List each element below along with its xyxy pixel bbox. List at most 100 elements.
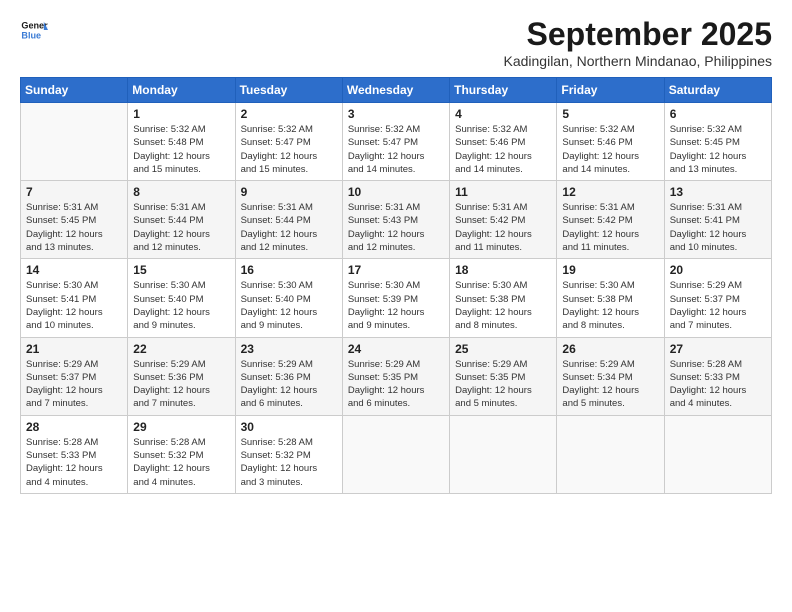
day-info: Sunrise: 5:32 AM Sunset: 5:48 PM Dayligh… xyxy=(133,123,229,176)
day-info: Sunrise: 5:32 AM Sunset: 5:45 PM Dayligh… xyxy=(670,123,766,176)
day-number: 3 xyxy=(348,107,444,121)
calendar-cell: 1 Sunrise: 5:32 AM Sunset: 5:48 PM Daylig… xyxy=(128,103,235,181)
day-number: 26 xyxy=(562,342,658,356)
weekday-header-friday: Friday xyxy=(557,78,664,103)
calendar-cell xyxy=(21,103,128,181)
title-block: September 2025 Kadingilan, Northern Mind… xyxy=(503,16,772,69)
day-info: Sunrise: 5:28 AM Sunset: 5:32 PM Dayligh… xyxy=(241,436,337,489)
calendar-cell: 10 Sunrise: 5:31 AM Sunset: 5:43 PM Dayli… xyxy=(342,181,449,259)
day-info: Sunrise: 5:32 AM Sunset: 5:46 PM Dayligh… xyxy=(455,123,551,176)
day-info: Sunrise: 5:32 AM Sunset: 5:47 PM Dayligh… xyxy=(348,123,444,176)
calendar-cell: 26 Sunrise: 5:29 AM Sunset: 5:34 PM Dayli… xyxy=(557,337,664,415)
day-number: 25 xyxy=(455,342,551,356)
day-info: Sunrise: 5:28 AM Sunset: 5:33 PM Dayligh… xyxy=(26,436,122,489)
day-info: Sunrise: 5:31 AM Sunset: 5:44 PM Dayligh… xyxy=(133,201,229,254)
day-number: 15 xyxy=(133,263,229,277)
day-number: 8 xyxy=(133,185,229,199)
day-number: 13 xyxy=(670,185,766,199)
weekday-header-wednesday: Wednesday xyxy=(342,78,449,103)
calendar-cell: 17 Sunrise: 5:30 AM Sunset: 5:39 PM Dayli… xyxy=(342,259,449,337)
logo-icon: General Blue xyxy=(20,16,48,44)
svg-text:Blue: Blue xyxy=(21,30,41,40)
logo: General Blue xyxy=(20,16,48,44)
weekday-header-tuesday: Tuesday xyxy=(235,78,342,103)
calendar-cell: 30 Sunrise: 5:28 AM Sunset: 5:32 PM Dayli… xyxy=(235,415,342,493)
day-info: Sunrise: 5:29 AM Sunset: 5:37 PM Dayligh… xyxy=(670,279,766,332)
day-info: Sunrise: 5:29 AM Sunset: 5:34 PM Dayligh… xyxy=(562,358,658,411)
week-row-2: 7 Sunrise: 5:31 AM Sunset: 5:45 PM Daylig… xyxy=(21,181,772,259)
calendar-cell: 4 Sunrise: 5:32 AM Sunset: 5:46 PM Daylig… xyxy=(450,103,557,181)
calendar-cell: 15 Sunrise: 5:30 AM Sunset: 5:40 PM Dayli… xyxy=(128,259,235,337)
week-row-5: 28 Sunrise: 5:28 AM Sunset: 5:33 PM Dayli… xyxy=(21,415,772,493)
day-number: 9 xyxy=(241,185,337,199)
day-info: Sunrise: 5:31 AM Sunset: 5:45 PM Dayligh… xyxy=(26,201,122,254)
week-row-4: 21Sunrise: 5:29 AM Sunset: 5:37 PM Dayli… xyxy=(21,337,772,415)
week-row-3: 14Sunrise: 5:30 AM Sunset: 5:41 PM Dayli… xyxy=(21,259,772,337)
day-info: Sunrise: 5:29 AM Sunset: 5:35 PM Dayligh… xyxy=(455,358,551,411)
calendar-cell: 21Sunrise: 5:29 AM Sunset: 5:37 PM Dayli… xyxy=(21,337,128,415)
day-info: Sunrise: 5:29 AM Sunset: 5:36 PM Dayligh… xyxy=(241,358,337,411)
day-number: 14 xyxy=(26,263,122,277)
day-info: Sunrise: 5:28 AM Sunset: 5:32 PM Dayligh… xyxy=(133,436,229,489)
calendar-cell: 18 Sunrise: 5:30 AM Sunset: 5:38 PM Dayli… xyxy=(450,259,557,337)
calendar-cell: 25 Sunrise: 5:29 AM Sunset: 5:35 PM Dayli… xyxy=(450,337,557,415)
day-number: 30 xyxy=(241,420,337,434)
day-number: 4 xyxy=(455,107,551,121)
day-number: 10 xyxy=(348,185,444,199)
day-info: Sunrise: 5:29 AM Sunset: 5:37 PM Dayligh… xyxy=(26,358,122,411)
day-number: 12 xyxy=(562,185,658,199)
day-number: 29 xyxy=(133,420,229,434)
day-number: 18 xyxy=(455,263,551,277)
day-info: Sunrise: 5:31 AM Sunset: 5:41 PM Dayligh… xyxy=(670,201,766,254)
header: General Blue September 2025 Kadingilan, … xyxy=(20,16,772,69)
day-info: Sunrise: 5:29 AM Sunset: 5:35 PM Dayligh… xyxy=(348,358,444,411)
day-info: Sunrise: 5:30 AM Sunset: 5:39 PM Dayligh… xyxy=(348,279,444,332)
location-title: Kadingilan, Northern Mindanao, Philippin… xyxy=(503,53,772,69)
weekday-header-monday: Monday xyxy=(128,78,235,103)
calendar-cell: 3 Sunrise: 5:32 AM Sunset: 5:47 PM Daylig… xyxy=(342,103,449,181)
calendar-cell: 27Sunrise: 5:28 AM Sunset: 5:33 PM Dayli… xyxy=(664,337,771,415)
day-number: 1 xyxy=(133,107,229,121)
calendar-cell xyxy=(664,415,771,493)
day-info: Sunrise: 5:29 AM Sunset: 5:36 PM Dayligh… xyxy=(133,358,229,411)
day-number: 19 xyxy=(562,263,658,277)
day-number: 2 xyxy=(241,107,337,121)
calendar-cell: 23 Sunrise: 5:29 AM Sunset: 5:36 PM Dayli… xyxy=(235,337,342,415)
day-number: 5 xyxy=(562,107,658,121)
day-info: Sunrise: 5:30 AM Sunset: 5:40 PM Dayligh… xyxy=(133,279,229,332)
day-number: 16 xyxy=(241,263,337,277)
day-info: Sunrise: 5:30 AM Sunset: 5:38 PM Dayligh… xyxy=(562,279,658,332)
calendar-cell xyxy=(342,415,449,493)
calendar-cell: 20Sunrise: 5:29 AM Sunset: 5:37 PM Dayli… xyxy=(664,259,771,337)
day-number: 23 xyxy=(241,342,337,356)
calendar-cell: 5 Sunrise: 5:32 AM Sunset: 5:46 PM Daylig… xyxy=(557,103,664,181)
day-number: 7 xyxy=(26,185,122,199)
weekday-header-saturday: Saturday xyxy=(664,78,771,103)
day-info: Sunrise: 5:31 AM Sunset: 5:42 PM Dayligh… xyxy=(562,201,658,254)
day-info: Sunrise: 5:31 AM Sunset: 5:42 PM Dayligh… xyxy=(455,201,551,254)
day-info: Sunrise: 5:32 AM Sunset: 5:47 PM Dayligh… xyxy=(241,123,337,176)
calendar-cell: 2 Sunrise: 5:32 AM Sunset: 5:47 PM Daylig… xyxy=(235,103,342,181)
calendar-cell xyxy=(557,415,664,493)
calendar-cell: 16Sunrise: 5:30 AM Sunset: 5:40 PM Dayli… xyxy=(235,259,342,337)
calendar-cell: 11 Sunrise: 5:31 AM Sunset: 5:42 PM Dayli… xyxy=(450,181,557,259)
day-number: 28 xyxy=(26,420,122,434)
weekday-header-thursday: Thursday xyxy=(450,78,557,103)
day-info: Sunrise: 5:31 AM Sunset: 5:43 PM Dayligh… xyxy=(348,201,444,254)
day-info: Sunrise: 5:30 AM Sunset: 5:38 PM Dayligh… xyxy=(455,279,551,332)
calendar-table: SundayMondayTuesdayWednesdayThursdayFrid… xyxy=(20,77,772,494)
calendar-cell: 14Sunrise: 5:30 AM Sunset: 5:41 PM Dayli… xyxy=(21,259,128,337)
calendar-cell: 6 Sunrise: 5:32 AM Sunset: 5:45 PM Daylig… xyxy=(664,103,771,181)
calendar-cell: 13 Sunrise: 5:31 AM Sunset: 5:41 PM Dayli… xyxy=(664,181,771,259)
calendar-cell: 22 Sunrise: 5:29 AM Sunset: 5:36 PM Dayli… xyxy=(128,337,235,415)
week-row-1: 1 Sunrise: 5:32 AM Sunset: 5:48 PM Daylig… xyxy=(21,103,772,181)
day-info: Sunrise: 5:31 AM Sunset: 5:44 PM Dayligh… xyxy=(241,201,337,254)
calendar-cell: 7 Sunrise: 5:31 AM Sunset: 5:45 PM Daylig… xyxy=(21,181,128,259)
calendar-cell: 28 Sunrise: 5:28 AM Sunset: 5:33 PM Dayli… xyxy=(21,415,128,493)
weekday-header-sunday: Sunday xyxy=(21,78,128,103)
day-info: Sunrise: 5:32 AM Sunset: 5:46 PM Dayligh… xyxy=(562,123,658,176)
day-number: 22 xyxy=(133,342,229,356)
day-number: 6 xyxy=(670,107,766,121)
day-number: 17 xyxy=(348,263,444,277)
day-number: 11 xyxy=(455,185,551,199)
